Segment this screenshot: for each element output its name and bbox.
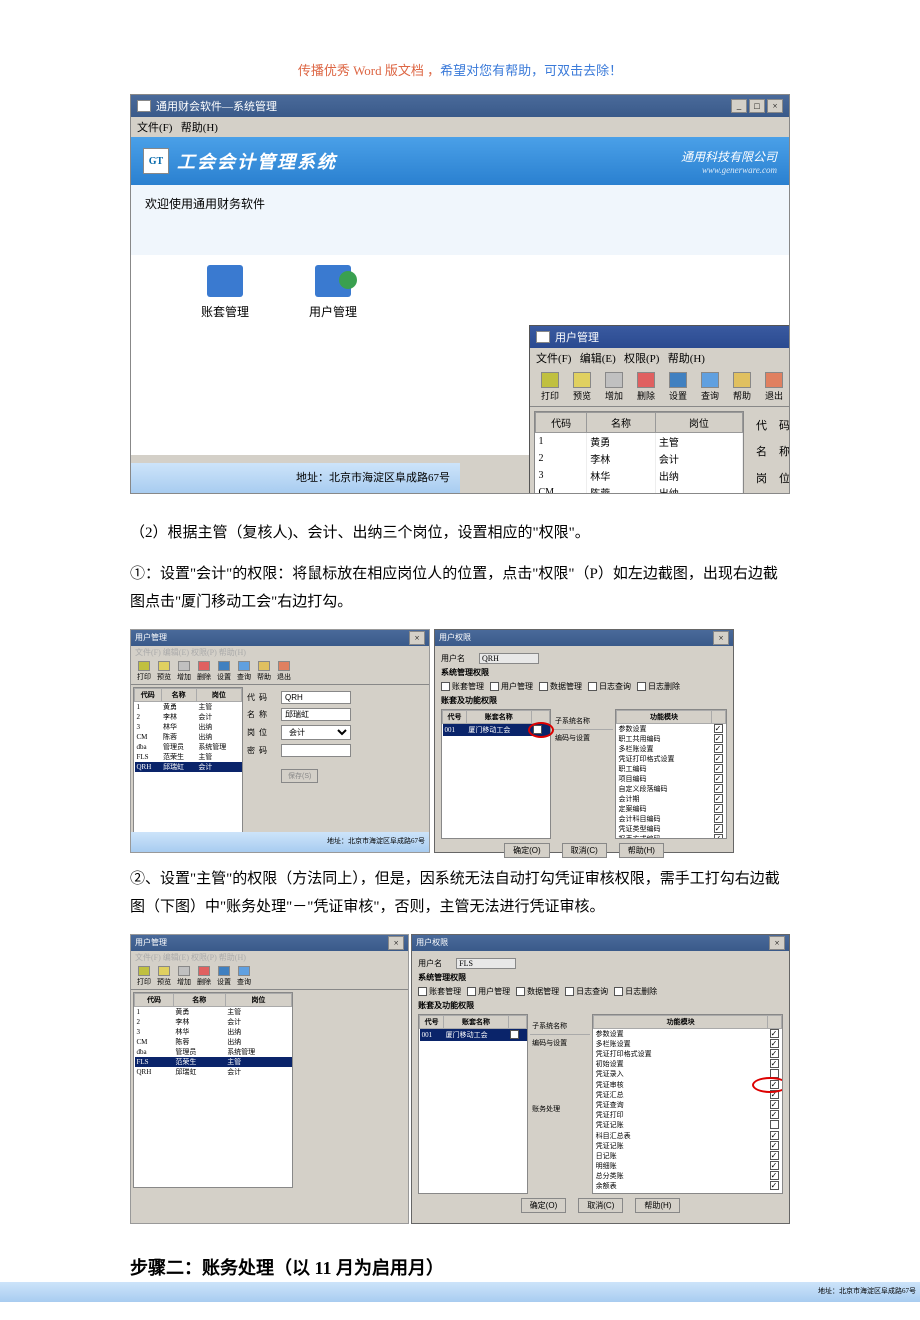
header-strip: GT 工会会计管理系统 通用科技有限公司 www.generware.com [131, 137, 789, 185]
module-accounts[interactable]: 账套管理 [201, 265, 249, 320]
help-button[interactable]: 帮助(H) [619, 843, 664, 858]
query-icon [701, 372, 719, 388]
paragraph-2: （2）根据主管（复核人)、会计、出纳三个岗位，设置相应的"权限"。 [130, 519, 790, 548]
user-dialog: 用户管理 × 文件(F) 编辑(E) 权限(P) 帮助(H) 打印 预览 增加 … [529, 325, 790, 494]
dlg-menu-file[interactable]: 文件(F) [536, 353, 571, 365]
ok-button[interactable]: 确定(O) [504, 843, 550, 858]
dialog-toolbar: 打印 预览 增加 删除 设置 查询 帮助 退出 [530, 368, 790, 407]
tb-help[interactable]: 帮助 [728, 372, 756, 402]
table-row: 3林华出纳 [536, 467, 743, 484]
function-tree[interactable]: 功能模块 参数设置 职工共用编码 多栏账设置 凭证打印格式设置 职工编码 项目编… [615, 709, 727, 839]
mini-user-dialog-2: 用户管理× 文件(F) 编辑(E) 权限(P) 帮助(H) 打印 预览 增加 删… [130, 934, 409, 1224]
main-window: 通用财会软件—系统管理 _ □ × 文件(F) 帮助(H) GT 工会会计管理系… [130, 94, 790, 494]
account-list[interactable]: 代号账套名称 001厦门移动工会 [441, 709, 551, 839]
company-block: 通用科技有限公司 www.generware.com [681, 148, 777, 175]
window-title: 通用财会软件—系统管理 [156, 98, 277, 114]
welcome-bar: 欢迎使用通用财务软件 [131, 185, 789, 255]
table-row: 1黄勇主管 [536, 433, 743, 451]
users-icon [315, 265, 351, 297]
dlg-menu-help[interactable]: 帮助(H) [668, 353, 705, 365]
cancel-button[interactable]: 取消(C) [562, 843, 607, 858]
delete-icon [637, 372, 655, 388]
tb-preview[interactable]: 预览 [568, 372, 596, 402]
table-row: CM陈蓉出纳 [536, 484, 743, 494]
dialog-menubar: 文件(F) 编辑(E) 权限(P) 帮助(H) [530, 348, 790, 368]
print-icon [541, 372, 559, 388]
settings-icon [669, 372, 687, 388]
user-table[interactable]: 代码名称岗位 1黄勇主管 2李林会计 3林华出纳 CM陈蓉出纳 dba管理员系统… [534, 411, 744, 494]
menu-help[interactable]: 帮助(H) [181, 122, 218, 134]
permission-dialog-1: 用户权限× 用户名QRH 系统管理权限 账套管理 用户管理 数据管理 日志查询 … [434, 629, 734, 853]
table-row: 2李林会计 [536, 450, 743, 467]
mini-user-dialog: 用户管理× 文件(F) 编辑(E) 权限(P) 帮助(H) 打印 预览 增加 删… [130, 629, 430, 853]
header-title: 工会会计管理系统 [177, 148, 681, 174]
help-icon [733, 372, 751, 388]
paragraph-3: ①：设置"会计"的权限：将鼠标放在相应岗位人的位置，点击"权限"（P）如左边截图… [130, 560, 790, 617]
screenshot-pair-2: 用户管理× 文件(F) 编辑(E) 权限(P) 帮助(H) 打印 预览 增加 删… [130, 934, 790, 1224]
menu-file[interactable]: 文件(F) [137, 122, 172, 134]
app-icon [137, 100, 151, 112]
checkbox-icon[interactable] [533, 725, 542, 734]
minimize-button[interactable]: _ [731, 99, 747, 113]
permission-dialog-2: 用户权限× 用户名FLS 系统管理权限 账套管理 用户管理 数据管理 日志查询 … [411, 934, 790, 1224]
tb-delete[interactable]: 删除 [632, 372, 660, 402]
titlebar: 通用财会软件—系统管理 _ □ × [131, 95, 789, 117]
dlg-menu-perm[interactable]: 权限(P) [624, 353, 659, 365]
tb-exit[interactable]: 退出 [760, 372, 788, 402]
dialog-icon [536, 331, 550, 343]
folder-icon [207, 265, 243, 297]
tb-query[interactable]: 查询 [696, 372, 724, 402]
screenshot-pair-1: 用户管理× 文件(F) 编辑(E) 权限(P) 帮助(H) 打印 预览 增加 删… [130, 629, 790, 853]
tb-print[interactable]: 打印 [536, 372, 564, 402]
dlg-menu-edit[interactable]: 编辑(E) [580, 353, 616, 365]
add-icon [605, 372, 623, 388]
maximize-button[interactable]: □ [749, 99, 765, 113]
preview-icon [573, 372, 591, 388]
tb-add[interactable]: 增加 [600, 372, 628, 402]
footer-address: 地址：北京市海淀区阜成路67号 [131, 463, 460, 493]
paragraph-4: ②、设置"主管"的权限（方法同上），但是，因系统无法自动打勾凭证审核权限，需手工… [130, 865, 790, 922]
module-users[interactable]: 用户管理 [309, 265, 357, 320]
tb-settings[interactable]: 设置 [664, 372, 692, 402]
dialog-title: 用户管理 [555, 329, 599, 345]
exit-icon [765, 372, 783, 388]
menubar: 文件(F) 帮助(H) [131, 117, 789, 137]
header-banner: 传播优秀 Word 版文档 ，希望对您有帮助，可双击去除！ [130, 60, 790, 79]
step-2-heading: 步骤二：账务处理（以 11 月为启用月） [130, 1254, 790, 1280]
close-button[interactable]: × [767, 99, 783, 113]
logo-icon: GT [143, 148, 169, 174]
user-form: 代码 名称 岗位会计 密码 保存(S) [748, 407, 790, 494]
